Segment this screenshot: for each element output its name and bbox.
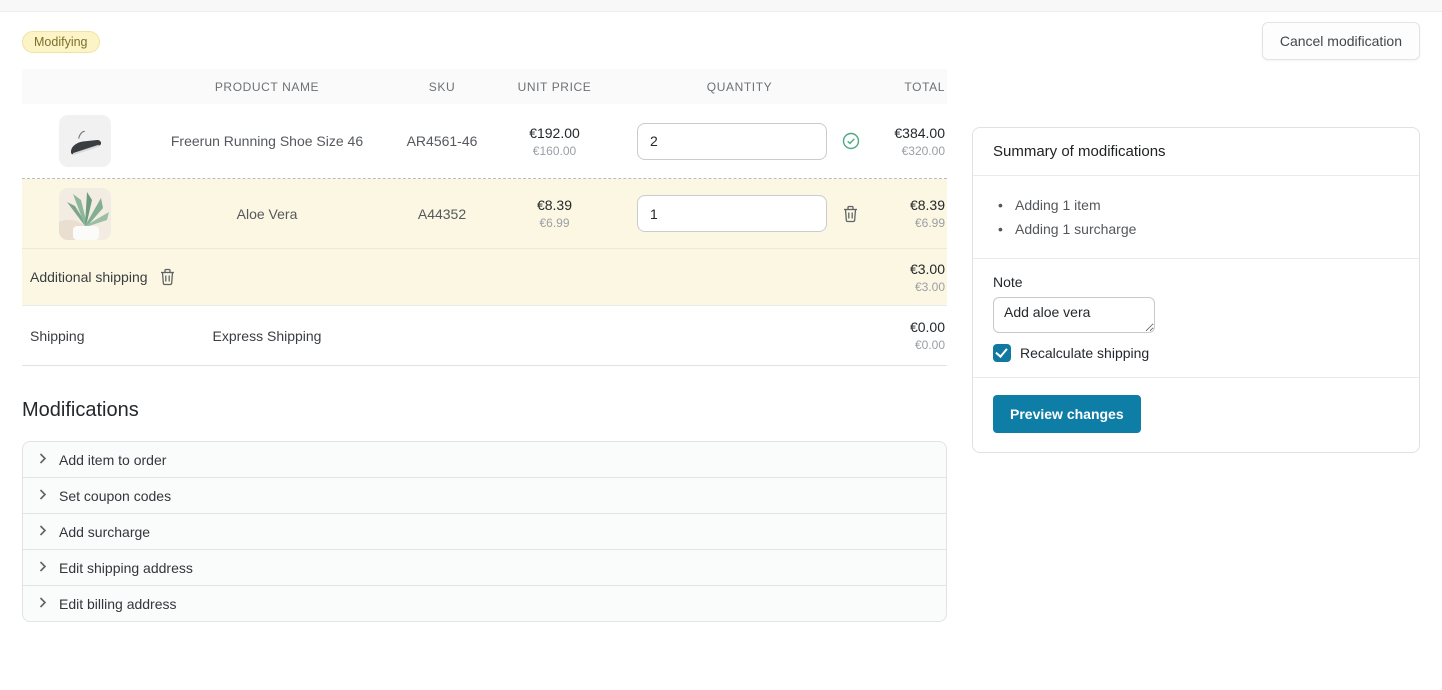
shipping-label: Shipping — [22, 328, 147, 344]
chevron-right-icon — [36, 452, 49, 468]
shipping-total: €0.00 — [867, 319, 945, 335]
status-badge: Modifying — [22, 31, 100, 53]
header-unit-price: UNIT PRICE — [497, 80, 612, 94]
summary-title: Summary of modifications — [993, 143, 1399, 160]
quantity-input[interactable] — [637, 123, 827, 160]
accordion-edit-billing-address[interactable]: Edit billing address — [22, 585, 947, 622]
row-total: €384.00 — [867, 125, 945, 141]
unit-price-secondary: €160.00 — [497, 144, 612, 158]
trash-icon[interactable] — [842, 205, 859, 223]
header-quantity: QUANTITY — [612, 80, 867, 94]
accordion-label: Edit shipping address — [59, 560, 193, 576]
surcharge-row: Additional shipping €3.00 €3.00 — [22, 249, 947, 306]
accordion-edit-shipping-address[interactable]: Edit shipping address — [22, 549, 947, 586]
accordion-label: Set coupon codes — [59, 488, 171, 504]
chevron-right-icon — [36, 596, 49, 612]
row-total-secondary: €320.00 — [867, 144, 945, 158]
table-header: PRODUCT NAME SKU UNIT PRICE QUANTITY TOT… — [22, 69, 947, 104]
top-bar — [0, 0, 1442, 12]
accordion-label: Edit billing address — [59, 596, 177, 612]
trash-icon[interactable] — [159, 268, 176, 286]
chevron-right-icon — [36, 524, 49, 540]
header-total: TOTAL — [867, 80, 947, 94]
table-row: Freerun Running Shoe Size 46 AR4561-46 €… — [22, 104, 947, 179]
summary-item: Adding 1 item — [993, 193, 1399, 217]
recalculate-shipping-checkbox[interactable] — [993, 344, 1011, 362]
surcharge-total-secondary: €3.00 — [867, 280, 945, 294]
surcharge-label: Additional shipping — [30, 269, 148, 285]
chevron-right-icon — [36, 560, 49, 576]
cancel-modification-button[interactable]: Cancel modification — [1262, 22, 1420, 60]
row-total-secondary: €6.99 — [867, 216, 945, 230]
modifications-title: Modifications — [22, 399, 947, 422]
product-name: Aloe Vera — [147, 206, 387, 222]
accordion-add-item-to-order[interactable]: Add item to order — [22, 441, 947, 478]
header-product-name: PRODUCT NAME — [147, 80, 387, 94]
unit-price: €192.00 — [497, 125, 612, 141]
shipping-method: Express Shipping — [147, 328, 387, 344]
modifications-accordion: Add item to order Set coupon codes Add s… — [22, 441, 947, 622]
product-image-aloe — [59, 188, 111, 240]
product-sku: AR4561-46 — [387, 133, 497, 149]
check-circle-icon — [842, 132, 860, 150]
header-sku: SKU — [387, 80, 497, 94]
surcharge-total: €3.00 — [867, 261, 945, 277]
accordion-set-coupon-codes[interactable]: Set coupon codes — [22, 477, 947, 514]
accordion-label: Add item to order — [59, 452, 166, 468]
order-modification-page: Modifying Cancel modification PRODUCT NA… — [0, 12, 1442, 622]
preview-changes-button[interactable]: Preview changes — [993, 395, 1141, 433]
unit-price: €8.39 — [497, 197, 612, 213]
quantity-input[interactable] — [637, 195, 827, 232]
product-image-shoe — [59, 115, 111, 167]
note-label: Note — [993, 274, 1399, 290]
product-sku: A44352 — [387, 206, 497, 222]
shipping-row: Shipping Express Shipping €0.00 €0.00 — [22, 306, 947, 366]
recalculate-shipping-label: Recalculate shipping — [1020, 345, 1149, 361]
product-name: Freerun Running Shoe Size 46 — [147, 133, 387, 149]
summary-item: Adding 1 surcharge — [993, 217, 1399, 241]
table-row-added: Aloe Vera A44352 €8.39 €6.99 — [22, 179, 947, 249]
order-items-section: PRODUCT NAME SKU UNIT PRICE QUANTITY TOT… — [22, 69, 947, 622]
row-total: €8.39 — [867, 197, 945, 213]
note-textarea[interactable]: Add aloe vera — [993, 297, 1155, 333]
unit-price-secondary: €6.99 — [497, 216, 612, 230]
shipping-total-secondary: €0.00 — [867, 338, 945, 352]
summary-list: Adding 1 item Adding 1 surcharge — [993, 191, 1399, 243]
summary-card: Summary of modifications Adding 1 item A… — [972, 127, 1420, 453]
accordion-add-surcharge[interactable]: Add surcharge — [22, 513, 947, 550]
chevron-right-icon — [36, 488, 49, 504]
accordion-label: Add surcharge — [59, 524, 150, 540]
